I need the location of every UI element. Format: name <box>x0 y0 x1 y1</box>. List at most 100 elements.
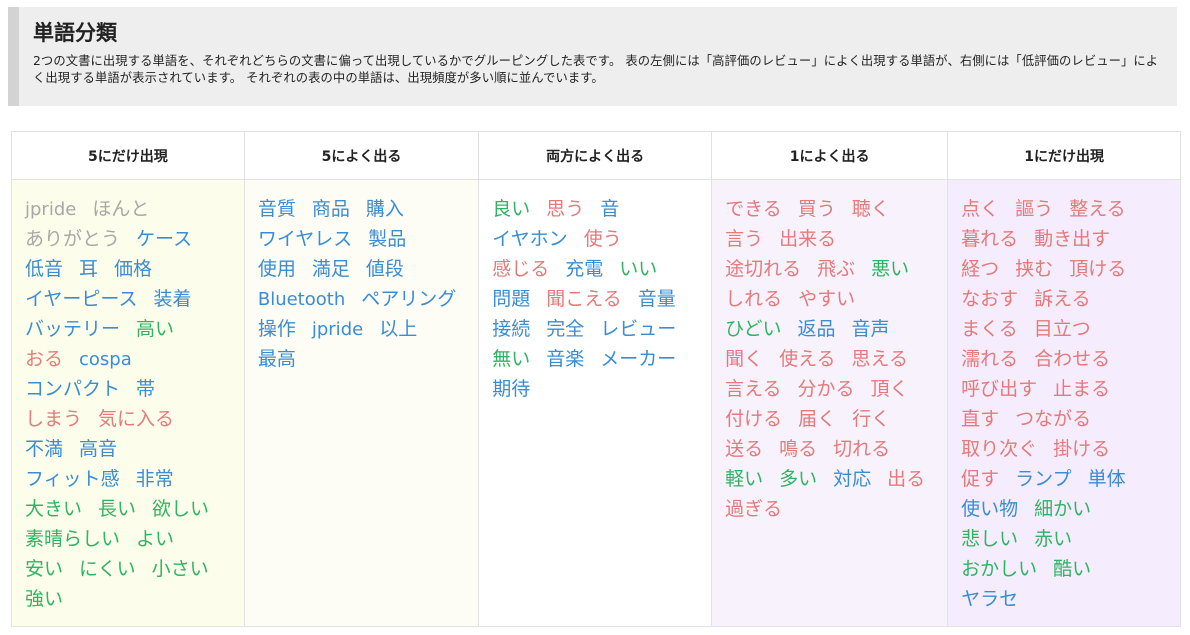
word-link[interactable]: 挟む <box>1015 254 1053 284</box>
word-link[interactable]: 掛ける <box>1053 434 1110 464</box>
word-link[interactable]: 高い <box>136 314 174 344</box>
word-link[interactable]: できる <box>725 194 782 224</box>
word-link[interactable]: 装着 <box>153 284 191 314</box>
word-link[interactable]: 使い物 <box>961 494 1018 524</box>
word-link[interactable]: 長い <box>98 494 136 524</box>
word-link[interactable]: 経つ <box>961 254 999 284</box>
word-link[interactable]: 買う <box>798 194 836 224</box>
word-link[interactable]: バッテリー <box>25 314 120 344</box>
word-link[interactable]: 期待 <box>492 374 530 404</box>
word-link[interactable]: 購入 <box>366 194 404 224</box>
word-link[interactable]: 非常 <box>136 464 174 494</box>
word-link[interactable]: 商品 <box>312 194 350 224</box>
word-link[interactable]: 思える <box>852 344 908 374</box>
word-link[interactable]: 言える <box>725 374 781 404</box>
word-link[interactable]: 無い <box>492 344 530 374</box>
word-link[interactable]: 素晴らしい <box>25 524 120 554</box>
word-link[interactable]: 飛ぶ <box>817 254 855 284</box>
word-link[interactable]: 強い <box>25 584 63 614</box>
word-link[interactable]: 頂く <box>871 374 909 404</box>
word-link[interactable]: いい <box>619 254 657 284</box>
word-link[interactable]: ヤラセ <box>961 584 1018 614</box>
word-link[interactable]: 価格 <box>114 254 152 284</box>
word-link[interactable]: 止まる <box>1053 374 1110 404</box>
word-link[interactable]: コンパクト <box>25 374 120 404</box>
word-link[interactable]: 付ける <box>725 404 782 434</box>
word-link[interactable]: イヤホン <box>492 224 567 254</box>
word-link[interactable]: 聞く <box>725 344 763 374</box>
word-link[interactable]: 気に入る <box>98 404 174 434</box>
word-link[interactable]: 音 <box>600 194 619 224</box>
word-link[interactable]: 出る <box>887 464 925 494</box>
word-link[interactable]: cospa <box>79 345 132 375</box>
word-link[interactable]: 届く <box>798 404 836 434</box>
word-link[interactable]: 音声 <box>852 314 890 344</box>
word-link[interactable]: 赤い <box>1034 524 1072 554</box>
word-link[interactable]: 分かる <box>798 374 855 404</box>
word-link[interactable]: ほんと <box>92 194 149 224</box>
word-link[interactable]: jpride <box>25 195 76 225</box>
word-link[interactable]: 対応 <box>833 464 871 494</box>
word-link[interactable]: 濡れる <box>961 344 1018 374</box>
word-link[interactable]: 製品 <box>368 224 406 254</box>
word-link[interactable]: よい <box>136 524 174 554</box>
word-link[interactable]: 以上 <box>379 314 417 344</box>
word-link[interactable]: 思う <box>546 194 584 224</box>
word-link[interactable]: ワイヤレス <box>258 224 352 254</box>
word-link[interactable]: 言う <box>725 224 763 254</box>
word-link[interactable]: ランプ <box>1015 464 1071 494</box>
word-link[interactable]: 促す <box>961 464 999 494</box>
word-link[interactable]: やすい <box>798 284 855 314</box>
word-link[interactable]: 多い <box>779 464 817 494</box>
word-link[interactable]: 感じる <box>492 254 549 284</box>
word-link[interactable]: 耳 <box>79 254 98 284</box>
word-link[interactable]: 途切れる <box>725 254 801 284</box>
word-link[interactable]: 切れる <box>833 434 890 464</box>
word-link[interactable]: ペアリング <box>361 284 456 314</box>
word-link[interactable]: しれる <box>725 284 782 314</box>
word-link[interactable]: 良い <box>492 194 530 224</box>
word-link[interactable]: 音楽 <box>546 344 584 374</box>
word-link[interactable]: 呼び出す <box>961 374 1037 404</box>
word-link[interactable]: しまう <box>25 404 82 434</box>
word-link[interactable]: 出来る <box>779 224 836 254</box>
word-link[interactable]: レビュー <box>600 314 676 344</box>
word-link[interactable]: ありがとう <box>25 224 120 254</box>
word-link[interactable]: 最高 <box>258 344 296 374</box>
word-link[interactable]: イヤーピース <box>25 284 137 314</box>
word-link[interactable]: 充電 <box>565 254 603 284</box>
word-link[interactable]: 音質 <box>258 194 296 224</box>
word-link[interactable]: 満足 <box>312 254 350 284</box>
word-link[interactable]: 頂ける <box>1069 254 1126 284</box>
word-link[interactable]: 整える <box>1069 194 1125 224</box>
word-link[interactable]: 聴く <box>852 194 890 224</box>
word-link[interactable]: 軽い <box>725 464 763 494</box>
word-link[interactable]: 音量 <box>638 284 676 314</box>
word-link[interactable]: 悪い <box>871 254 909 284</box>
word-link[interactable]: 使用 <box>258 254 296 284</box>
word-link[interactable]: 動き出す <box>1034 224 1110 254</box>
word-link[interactable]: 問題 <box>492 284 530 314</box>
word-link[interactable]: フィット感 <box>25 464 120 494</box>
word-link[interactable]: 単体 <box>1088 464 1126 494</box>
word-link[interactable]: にくい <box>79 554 136 584</box>
word-link[interactable]: Bluetooth <box>258 285 345 315</box>
word-link[interactable]: 返品 <box>798 314 836 344</box>
word-link[interactable]: つながる <box>1015 404 1091 434</box>
word-link[interactable]: 合わせる <box>1034 344 1110 374</box>
word-link[interactable]: 悲しい <box>961 524 1018 554</box>
word-link[interactable]: 値段 <box>366 254 404 284</box>
word-link[interactable]: 鳴る <box>779 434 817 464</box>
word-link[interactable]: 高音 <box>79 434 117 464</box>
word-link[interactable]: 行く <box>852 404 890 434</box>
word-link[interactable]: なおす <box>961 284 1018 314</box>
word-link[interactable]: 送る <box>725 434 763 464</box>
word-link[interactable]: 大きい <box>25 494 82 524</box>
word-link[interactable]: 小さい <box>152 554 209 584</box>
word-link[interactable]: 接続 <box>492 314 530 344</box>
word-link[interactable]: 帯 <box>136 374 155 404</box>
word-link[interactable]: 点く <box>961 194 999 224</box>
word-link[interactable]: 使える <box>779 344 835 374</box>
word-link[interactable]: 過ぎる <box>725 494 782 524</box>
word-link[interactable]: 完全 <box>546 314 584 344</box>
